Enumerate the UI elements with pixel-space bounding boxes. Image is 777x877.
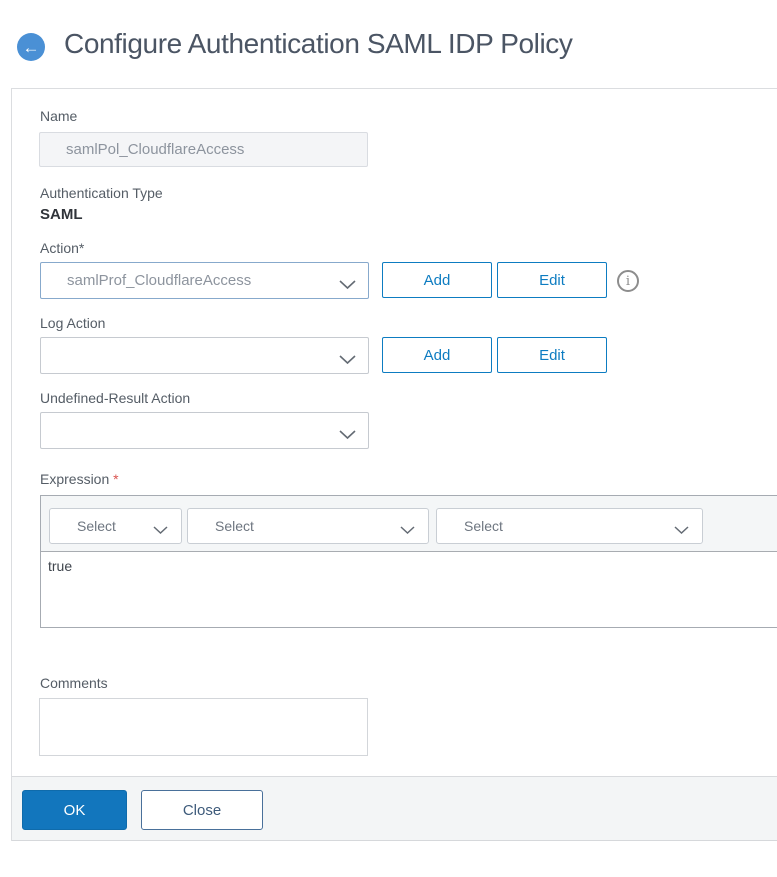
expression-operator-select-2[interactable]: Select [187,508,429,544]
configure-saml-idp-policy-page: ← Configure Authentication SAML IDP Poli… [0,0,777,877]
name-label: Name [40,108,78,124]
comments-field[interactable] [39,698,368,756]
back-button[interactable]: ← [17,33,45,61]
authentication-type-label: Authentication Type [40,185,163,201]
action-select-value: samlProf_CloudflareAccess [67,272,252,289]
authentication-type-value: SAML [40,206,83,223]
expression-textarea[interactable]: true [41,552,777,627]
action-edit-button[interactable]: Edit [497,262,607,298]
log-action-select[interactable] [40,337,369,374]
footer-bar: OK Close [12,776,777,841]
undefined-result-action-label: Undefined-Result Action [40,390,191,406]
log-action-edit-label: Edit [539,346,565,364]
expression-operator-select-3[interactable]: Select [436,508,703,544]
chevron-down-icon [339,352,356,364]
action-edit-label: Edit [539,271,565,289]
chevron-down-icon [400,522,415,538]
log-action-edit-button[interactable]: Edit [497,337,607,373]
chevron-down-icon [674,522,689,538]
close-button[interactable]: Close [141,790,263,830]
action-label: Action* [40,240,85,256]
log-action-add-button[interactable]: Add [382,337,492,373]
action-select[interactable]: samlProf_CloudflareAccess [40,262,369,299]
expression-toolbar: Select Select Select [41,496,777,552]
arrow-left-icon: ← [22,37,40,57]
ok-button[interactable]: OK [22,790,127,830]
chevron-down-icon [339,427,356,439]
action-add-button[interactable]: Add [382,262,492,298]
required-asterisk: * [113,471,119,487]
log-action-label: Log Action [40,315,106,331]
log-action-add-label: Add [423,346,451,364]
expression-label: Expression * [40,471,119,487]
undefined-result-action-select[interactable] [40,412,369,449]
name-field[interactable] [39,132,368,167]
page-title: Configure Authentication SAML IDP Policy [64,28,573,59]
chevron-down-icon [339,277,356,289]
ok-button-label: OK [63,801,86,819]
expression-editor: Select Select Select true [40,495,777,628]
action-add-label: Add [423,271,451,289]
info-icon[interactable]: i [617,270,639,292]
chevron-down-icon [153,522,168,538]
close-button-label: Close [182,801,222,819]
expression-operator-select-1[interactable]: Select [49,508,182,544]
comments-label: Comments [40,675,108,691]
